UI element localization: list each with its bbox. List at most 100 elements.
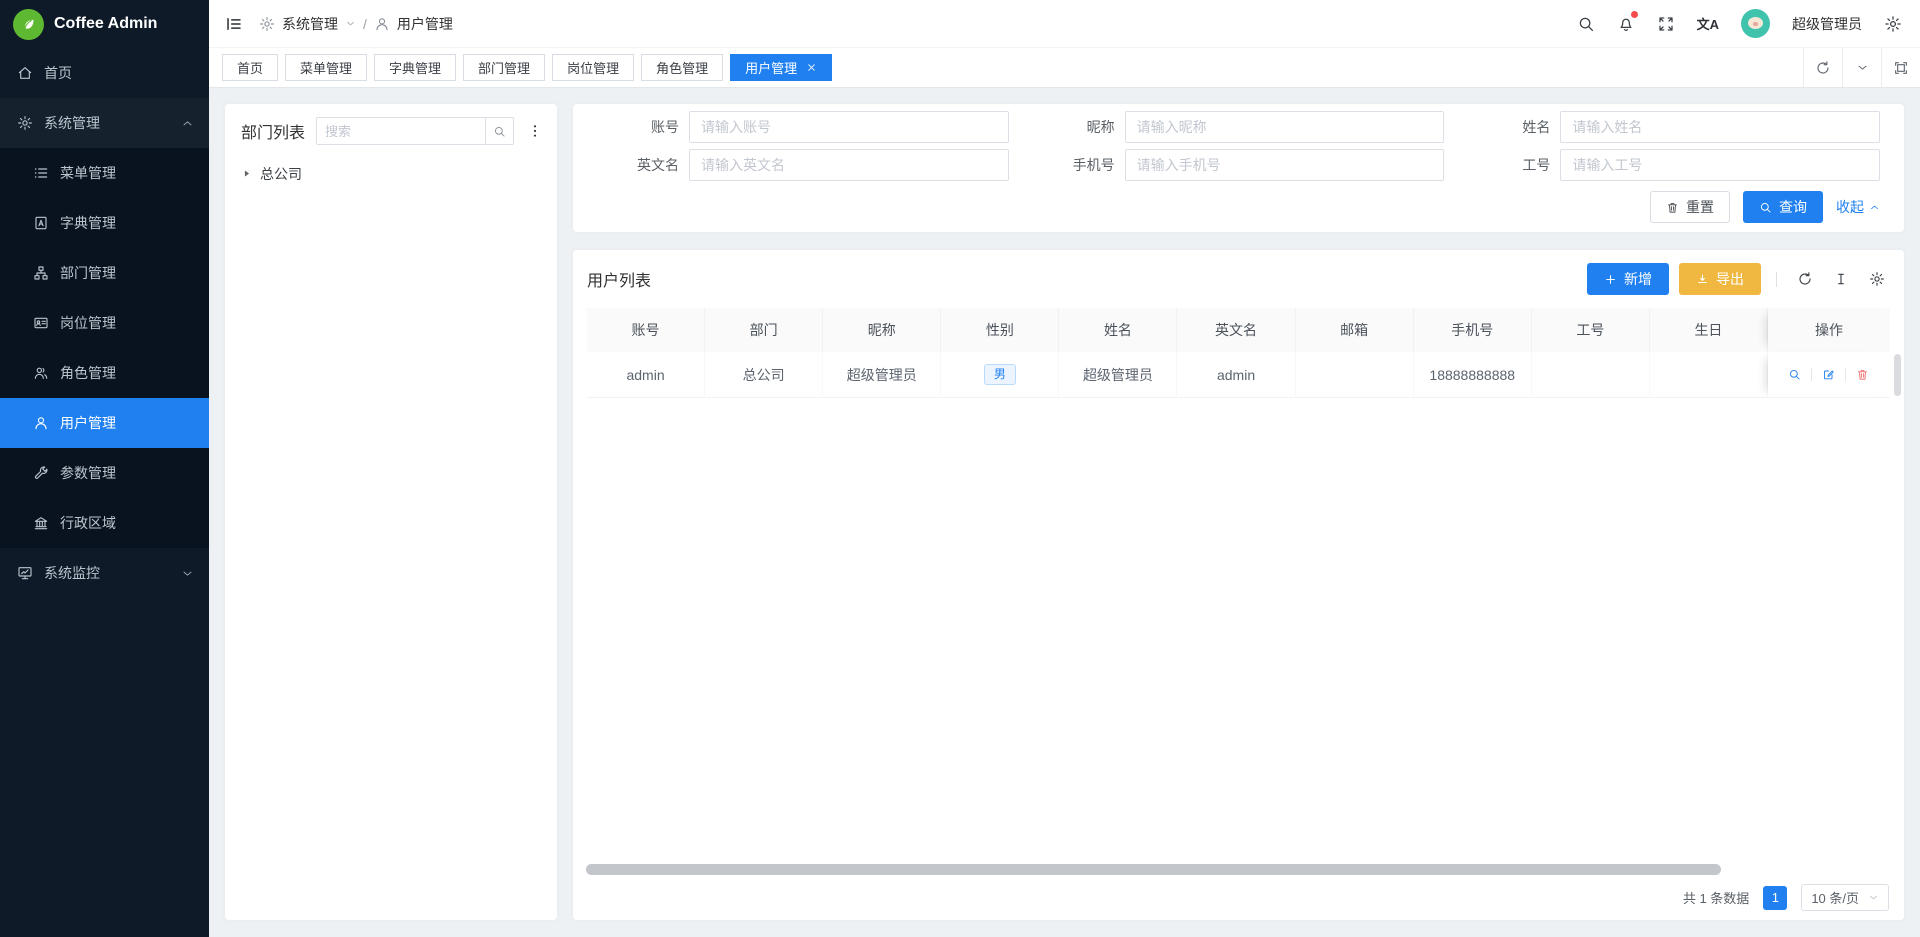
roles-icon <box>33 365 49 381</box>
delete-row-button[interactable] <box>1856 368 1869 381</box>
fullscreen-button[interactable] <box>1657 15 1675 33</box>
tab-home[interactable]: 首页 <box>222 54 278 81</box>
right-column: 账号 昵称 姓名 英文名 <box>573 104 1904 920</box>
search-icon <box>1759 201 1772 214</box>
maximize-icon <box>1893 60 1909 76</box>
sidebar-item-param-management[interactable]: 参数管理 <box>0 448 209 498</box>
job-no-input[interactable] <box>1560 149 1880 181</box>
tab-user-management[interactable]: 用户管理 <box>730 54 832 81</box>
sidebar-fold-button[interactable] <box>225 15 243 33</box>
sidebar-item-dept-management[interactable]: 部门管理 <box>0 248 209 298</box>
avatar[interactable] <box>1741 9 1770 38</box>
sidebar-item-role-management[interactable]: 角色管理 <box>0 348 209 398</box>
department-search-button[interactable] <box>486 117 514 145</box>
monitor-icon <box>17 565 33 581</box>
reset-button[interactable]: 重置 <box>1650 191 1730 223</box>
sidebar-submenu: 菜单管理 字典管理 部门管理 岗位管理 角色管理 <box>0 148 209 548</box>
row-density-button[interactable] <box>1828 271 1854 287</box>
breadcrumb-section[interactable]: 系统管理 <box>282 14 338 34</box>
department-tree: 总公司 <box>225 155 557 192</box>
settings-button[interactable] <box>1884 15 1902 33</box>
export-button-label: 导出 <box>1716 269 1744 289</box>
cell-dept: 总公司 <box>705 352 823 398</box>
sidebar-item-menu-management[interactable]: 菜单管理 <box>0 148 209 198</box>
sidebar-nav: 首页 系统管理 菜单管理 字典管理 部门管理 <box>0 48 209 598</box>
current-user-name[interactable]: 超级管理员 <box>1792 14 1862 34</box>
sidebar-item-system-management[interactable]: 系统管理 <box>0 98 209 148</box>
phone-input[interactable] <box>1125 149 1445 181</box>
sidebar-item-system-monitor[interactable]: 系统监控 <box>0 548 209 598</box>
sidebar-item-dict-management[interactable]: 字典管理 <box>0 198 209 248</box>
filter-field-name: 姓名 <box>1468 111 1880 143</box>
sidebar-item-user-management[interactable]: 用户管理 <box>0 398 209 448</box>
pagination-bar: 共 1 条数据 1 10 条/页 <box>573 875 1904 920</box>
tab-post-management[interactable]: 岗位管理 <box>552 54 634 81</box>
tab-dept-management[interactable]: 部门管理 <box>463 54 545 81</box>
cell-en-name: admin <box>1177 352 1295 398</box>
export-button[interactable]: 导出 <box>1679 263 1761 295</box>
reset-button-label: 重置 <box>1686 197 1714 217</box>
field-label: 英文名 <box>597 155 689 175</box>
home-icon <box>17 65 33 81</box>
nickname-input[interactable] <box>1125 111 1445 143</box>
global-search-button[interactable] <box>1577 15 1595 33</box>
account-input[interactable] <box>689 111 1009 143</box>
name-input[interactable] <box>1560 111 1880 143</box>
id-card-icon <box>33 315 49 331</box>
col-header-account: 账号 <box>587 308 705 352</box>
view-row-button[interactable] <box>1788 368 1801 381</box>
department-panel: 部门列表 总公司 <box>225 104 557 920</box>
gear-icon <box>259 16 275 32</box>
tab-dict-management[interactable]: 字典管理 <box>374 54 456 81</box>
column-settings-button[interactable] <box>1864 271 1890 287</box>
cell-nickname: 超级管理员 <box>823 352 941 398</box>
collapse-filter-link[interactable]: 收起 <box>1836 197 1880 217</box>
edit-icon <box>1822 368 1835 381</box>
gender-tag: 男 <box>984 364 1016 386</box>
expand-icon <box>1657 15 1675 33</box>
department-search-input[interactable] <box>316 117 486 145</box>
page-content: 部门列表 总公司 <box>209 88 1920 937</box>
tab-label: 菜单管理 <box>300 58 352 77</box>
sidebar-item-label: 系统监控 <box>44 563 100 583</box>
tab-role-management[interactable]: 角色管理 <box>641 54 723 81</box>
cell-phone: 18888888888 <box>1414 352 1532 398</box>
horizontal-scrollbar-thumb[interactable] <box>586 864 1721 875</box>
tab-close-icon[interactable] <box>806 62 817 73</box>
tab-menu-management[interactable]: 菜单管理 <box>285 54 367 81</box>
gear-icon <box>1884 15 1902 33</box>
page-size-select[interactable]: 10 条/页 <box>1801 884 1889 911</box>
vertical-scrollbar-thumb[interactable] <box>1894 354 1901 396</box>
sidebar-item-label: 首页 <box>44 63 72 83</box>
notifications-button[interactable] <box>1617 15 1635 33</box>
filter-actions: 重置 查询 收起 <box>597 191 1880 223</box>
col-header-phone: 手机号 <box>1414 308 1532 352</box>
department-more-button[interactable] <box>525 123 545 139</box>
tabs-menu-button[interactable] <box>1842 48 1881 87</box>
cell-email <box>1296 352 1414 398</box>
sidebar-item-admin-region[interactable]: 行政区域 <box>0 498 209 548</box>
tab-label: 岗位管理 <box>567 58 619 77</box>
query-button[interactable]: 查询 <box>1743 191 1823 223</box>
tree-node-head-office[interactable]: 总公司 <box>241 160 541 187</box>
add-user-button[interactable]: 新增 <box>1587 263 1669 295</box>
cell-name: 超级管理员 <box>1059 352 1177 398</box>
edit-row-button[interactable] <box>1822 368 1835 381</box>
refresh-table-button[interactable] <box>1792 271 1818 287</box>
app-logo[interactable]: Coffee Admin <box>0 0 209 48</box>
caret-right-icon[interactable] <box>241 168 252 179</box>
user-table: 账号 部门 昵称 性别 姓名 英文名 邮箱 手机号 工号 生日 操作 <box>587 308 1890 398</box>
tab-label: 字典管理 <box>389 58 441 77</box>
sidebar-item-post-management[interactable]: 岗位管理 <box>0 298 209 348</box>
trash-icon <box>1856 368 1869 381</box>
en-name-input[interactable] <box>689 149 1009 181</box>
sidebar-item-label: 参数管理 <box>60 463 116 483</box>
language-switch-button[interactable]: 文A <box>1697 14 1719 33</box>
sidebar-item-label: 岗位管理 <box>60 313 116 333</box>
sidebar-item-home[interactable]: 首页 <box>0 48 209 98</box>
col-header-email: 邮箱 <box>1296 308 1414 352</box>
content-fullscreen-button[interactable] <box>1881 48 1920 87</box>
refresh-page-button[interactable] <box>1803 48 1842 87</box>
filter-field-account: 账号 <box>597 111 1009 143</box>
page-button-1[interactable]: 1 <box>1763 886 1787 910</box>
